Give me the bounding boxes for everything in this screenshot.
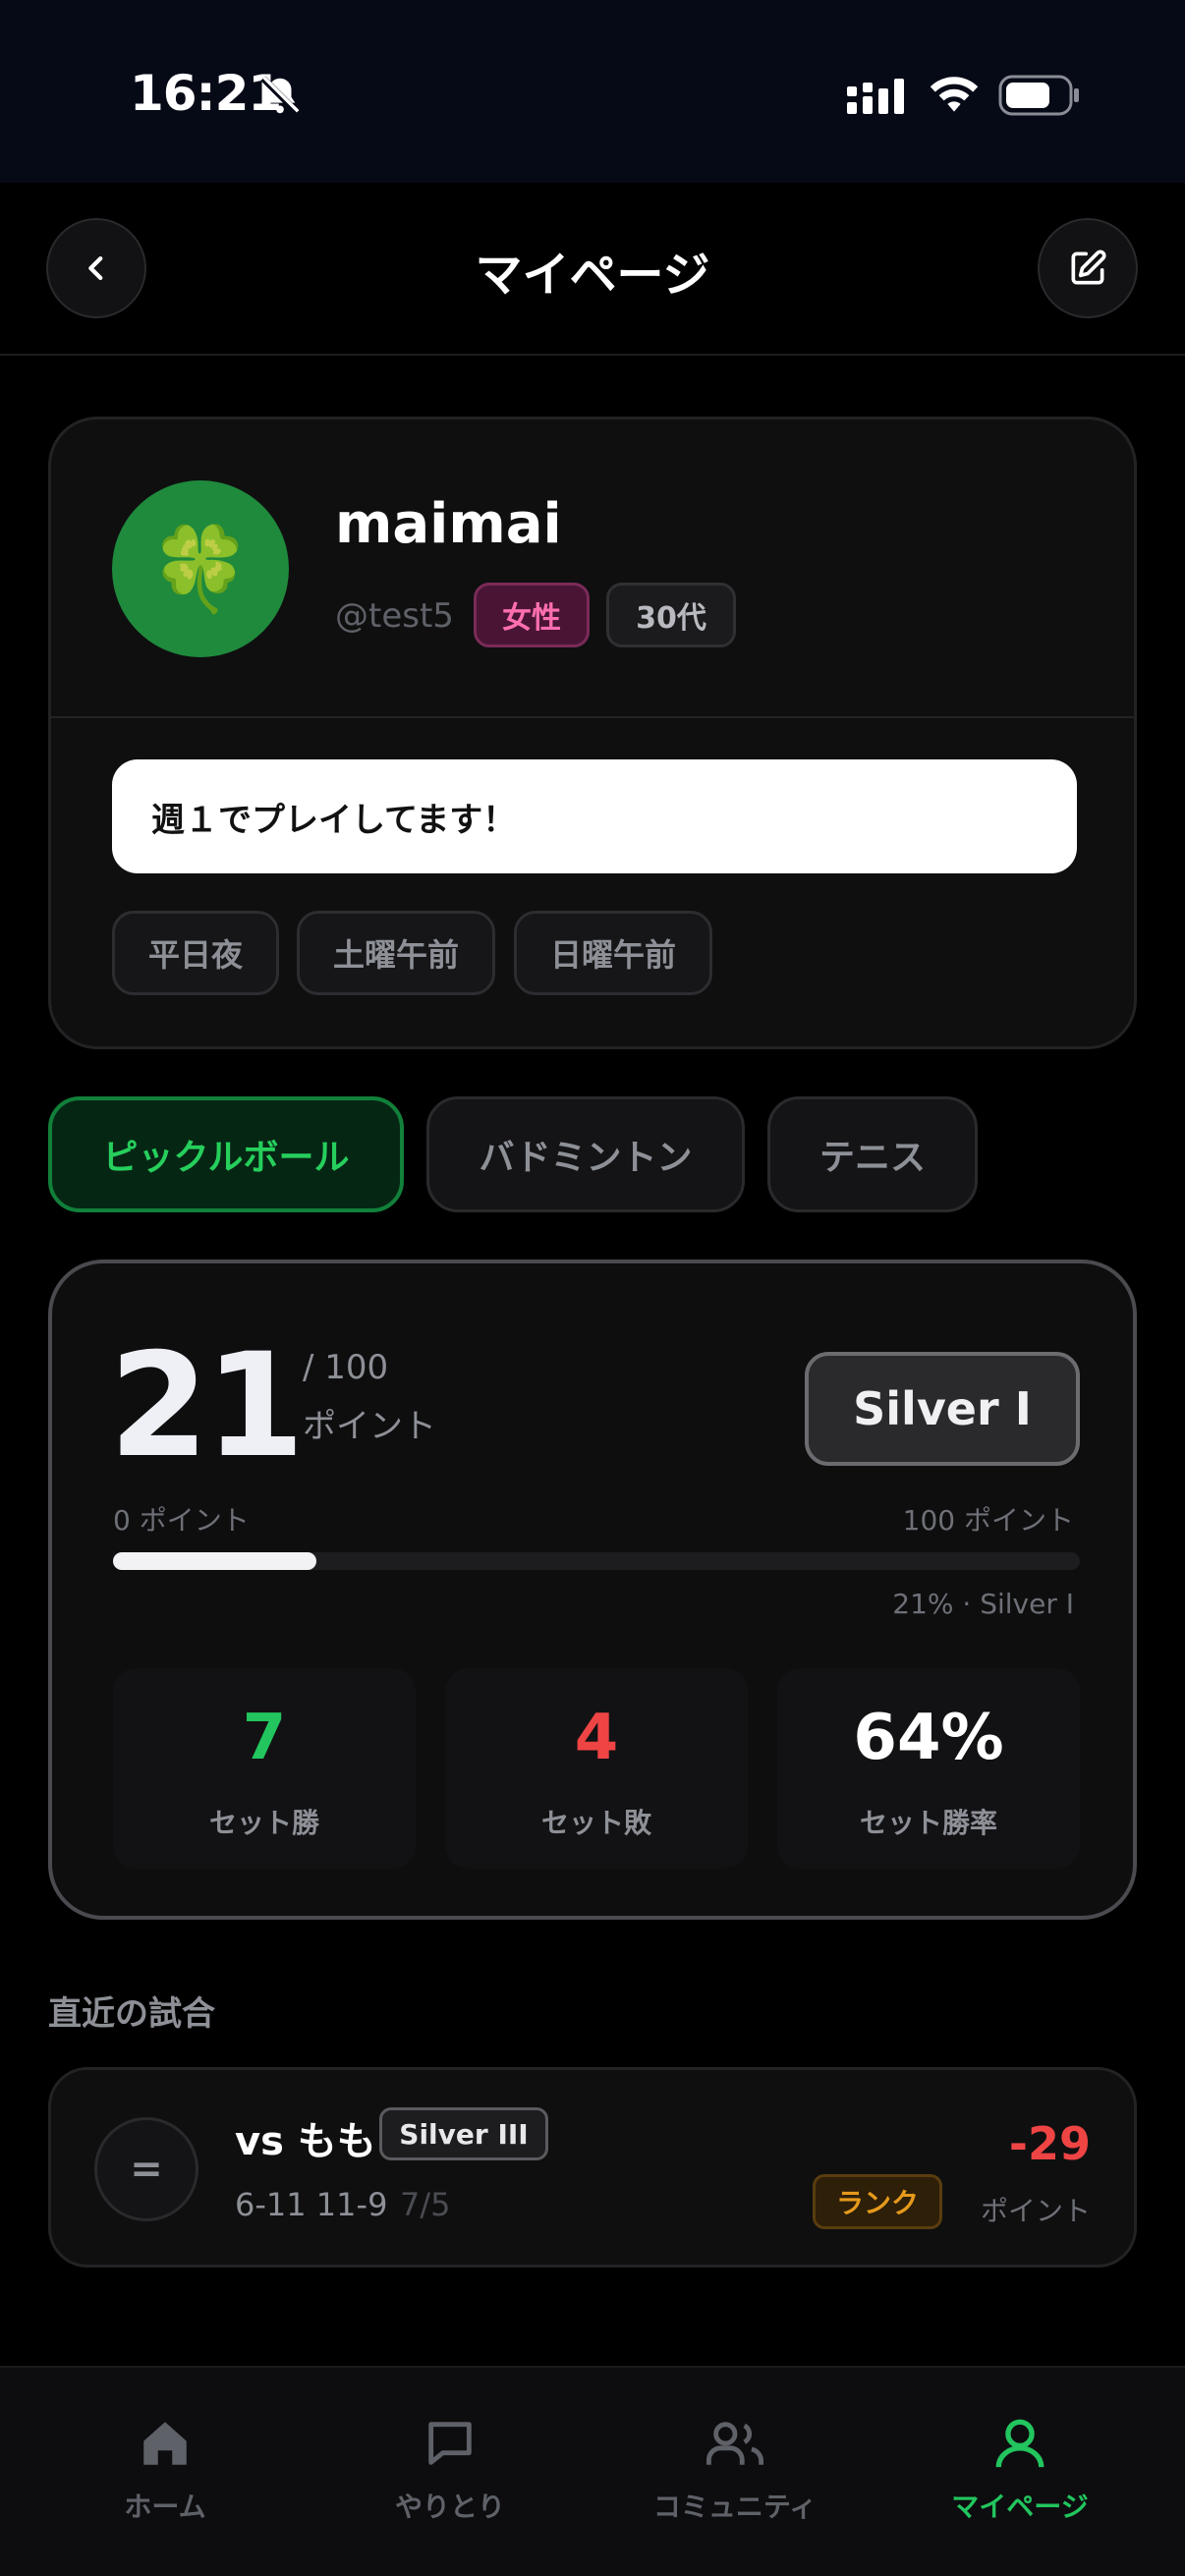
nav-home-label: ホーム [124, 2491, 206, 2523]
profile-bio: 週１でプレイしてます！ [112, 759, 1077, 873]
tab-tennis[interactable]: テニス [767, 1096, 978, 1212]
chat-bubble-icon [428, 2422, 472, 2465]
nav-mypage-label: マイページ [951, 2491, 1089, 2523]
bottom-tab-bar: ホーム やりとり コミュニティ マイページ [0, 2366, 1185, 2576]
opponent-name: vs もも [235, 2119, 376, 2164]
win-rate-value: 64% [853, 1702, 1004, 1774]
nav-mypage[interactable]: マイページ [902, 2415, 1138, 2525]
nav-community[interactable]: コミュニティ [617, 2415, 853, 2525]
cellular-signal-icon [847, 79, 904, 114]
current-points: 21 [109, 1322, 305, 1489]
user-icon [995, 2419, 1044, 2468]
gender-tag: 女性 [474, 583, 590, 647]
progress-caption: 21% · Silver I [892, 1588, 1074, 1620]
clover-icon: 🍀 [148, 521, 253, 617]
availability-chip: 日曜午前 [514, 911, 712, 995]
status-bar: 16:21 [0, 0, 1185, 183]
availability-chip: 土曜午前 [297, 911, 495, 995]
win-rate-stat: 64% セット勝率 [777, 1668, 1080, 1869]
rank-progress-bar [113, 1552, 1080, 1570]
progress-min-label: 0 ポイント [113, 1504, 250, 1537]
wifi-icon [930, 77, 979, 112]
match-date: 7/5 [400, 2186, 451, 2223]
availability-chip: 平日夜 [112, 911, 279, 995]
edit-profile-button[interactable] [1038, 218, 1138, 318]
divider [51, 716, 1134, 718]
page-title: マイページ [475, 248, 710, 303]
match-item[interactable]: = vs もも Silver III 6-11 11-9 7/5 ランク -29… [48, 2067, 1137, 2268]
rank-stats-card: 21 / 100 ポイント Silver I 0 ポイント 100 ポイント 2… [48, 1260, 1137, 1920]
set-losses-value: 4 [574, 1702, 619, 1774]
home-icon [143, 2422, 187, 2465]
profile-name: maimai [335, 492, 562, 556]
avatar: 🍀 [112, 480, 289, 657]
age-tag: 30代 [606, 583, 736, 647]
nav-chat-label: やりとり [394, 2491, 505, 2523]
rank-badge: Silver I [805, 1352, 1080, 1466]
nav-home[interactable]: ホーム [47, 2415, 283, 2525]
tab-pickleball[interactable]: ピックルボール [48, 1096, 404, 1212]
battery-icon [998, 75, 1079, 116]
points-delta-unit: ポイント [980, 2195, 1091, 2227]
nav-community-label: コミュニティ [652, 2491, 818, 2523]
ranked-match-tag: ランク [813, 2174, 942, 2229]
users-icon [706, 2422, 763, 2465]
tab-badminton[interactable]: バドミントン [426, 1096, 745, 1212]
recent-matches-title: 直近の試合 [48, 1994, 215, 2034]
bell-muted-icon [260, 76, 300, 115]
set-losses-stat: 4 セット敗 [445, 1668, 748, 1869]
set-wins-stat: 7 セット勝 [113, 1668, 416, 1869]
nav-chat[interactable]: やりとり [332, 2415, 568, 2525]
rank-progress-fill [113, 1552, 316, 1570]
page-header: マイページ [0, 183, 1185, 356]
points-delta: -29 [1008, 2117, 1091, 2170]
opponent-rank-badge: Silver III [379, 2107, 548, 2160]
profile-handle: @test5 [335, 596, 454, 636]
points-unit: ポイント [303, 1407, 436, 1446]
profile-card: 🍀 maimai @test5 女性 30代 週１でプレイしてます！ 平日夜 土… [48, 417, 1137, 1049]
edit-icon [1071, 250, 1106, 285]
set-wins-value: 7 [242, 1702, 287, 1774]
win-rate-label: セット勝率 [859, 1807, 997, 1839]
points-max: / 100 [303, 1348, 389, 1387]
match-score: 6-11 11-9 [235, 2186, 388, 2223]
progress-max-label: 100 ポイント [902, 1504, 1074, 1537]
set-losses-label: セット敗 [540, 1807, 651, 1839]
set-wins-label: セット勝 [208, 1807, 319, 1839]
draw-result-icon: = [94, 2117, 198, 2221]
